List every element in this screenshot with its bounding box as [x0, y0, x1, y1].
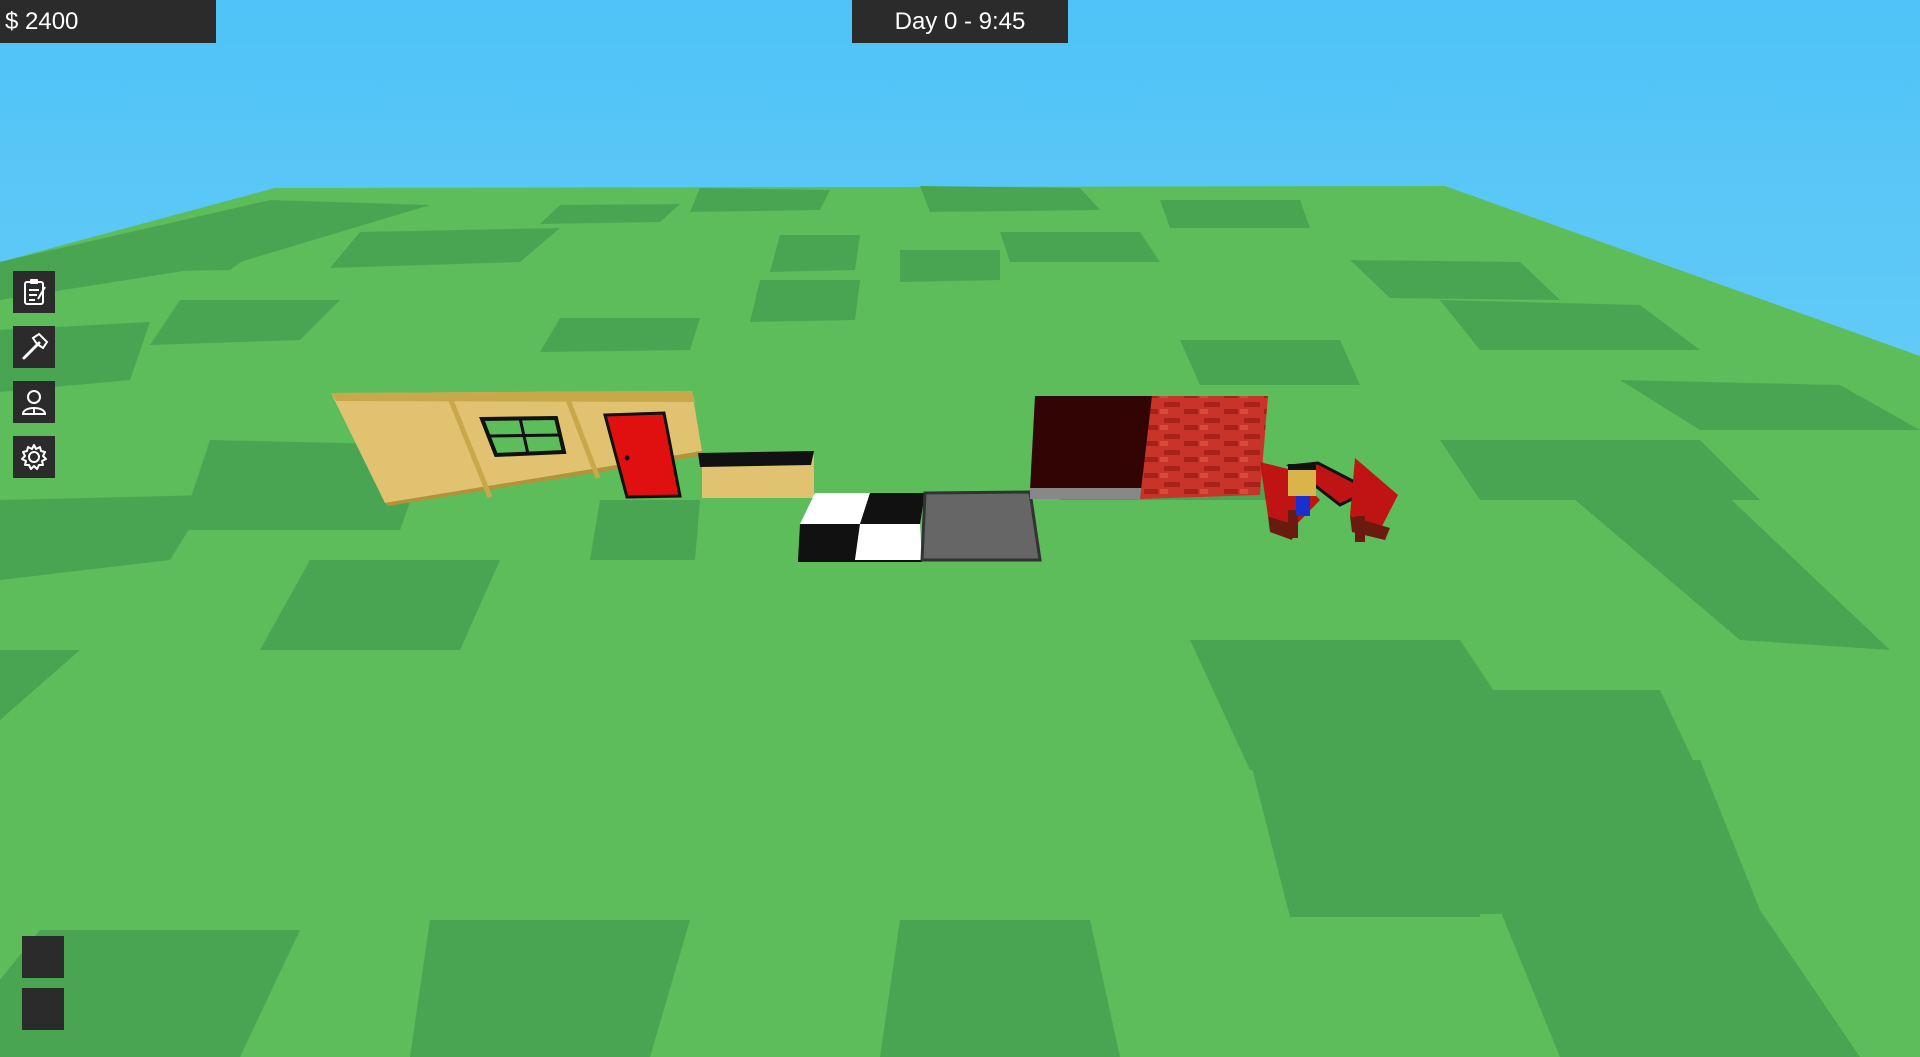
- settings-button[interactable]: [13, 436, 55, 478]
- tasks-button[interactable]: [13, 271, 55, 313]
- window[interactable]: [479, 415, 567, 458]
- money-value: $ 2400: [5, 7, 79, 35]
- clock-value: Day 0 - 9:45: [894, 7, 1026, 35]
- quick-slot-2[interactable]: [22, 988, 64, 1030]
- game-viewport[interactable]: [0, 0, 1920, 1057]
- brick-wall-block[interactable]: [1140, 396, 1268, 499]
- hammer-icon: [22, 332, 49, 360]
- gear-icon: [21, 444, 47, 470]
- person-icon: [21, 390, 47, 415]
- concrete-floor-tile[interactable]: [920, 490, 1042, 562]
- dark-wall-block[interactable]: [1030, 396, 1152, 499]
- clipboard-icon: [24, 279, 46, 305]
- day-time-display: Day 0 - 9:45: [852, 0, 1068, 43]
- build-button[interactable]: [13, 326, 55, 368]
- quick-slot-1[interactable]: [22, 936, 64, 978]
- staff-button[interactable]: [13, 381, 55, 423]
- checkered-floor-tile[interactable]: [798, 493, 925, 562]
- money-display: $ 2400: [0, 0, 216, 43]
